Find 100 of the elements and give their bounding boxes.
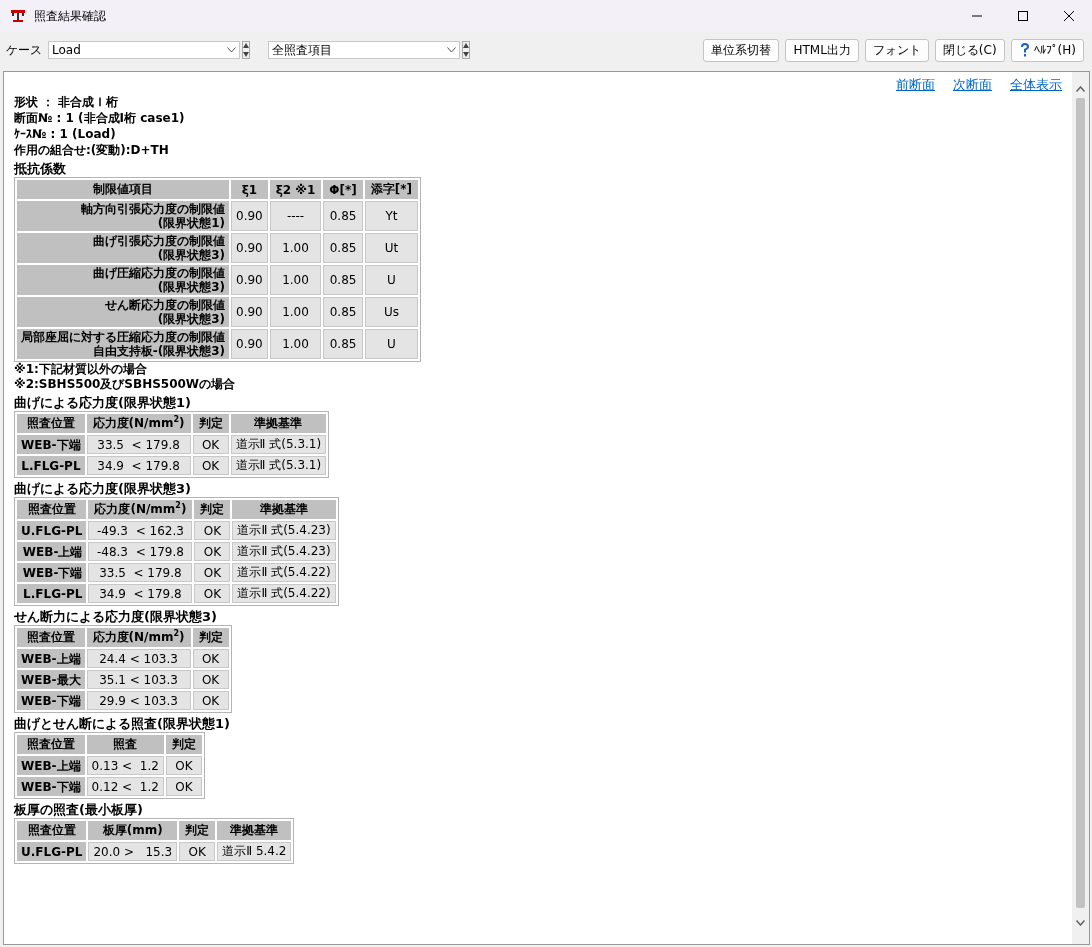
table-cell: OK <box>192 670 229 689</box>
table-cell: 33.5 < 179.8 <box>88 563 193 582</box>
help-icon <box>1018 42 1031 58</box>
table-cell: 道示Ⅱ 式(5.3.1) <box>230 456 327 475</box>
row-header-text: 曲げ圧縮応力度の制限値 <box>92 266 225 280</box>
table-cell: 20.0 > 15.3 <box>88 842 178 861</box>
table-cell: 道示Ⅱ 式(5.4.22) <box>232 563 336 582</box>
column-header: 板厚(mm) <box>88 821 178 840</box>
table-cell: 34.9 < 179.8 <box>86 456 191 475</box>
table-cell: OK <box>194 584 231 603</box>
table-cell: 0.85 <box>323 233 363 263</box>
row-header-text: (限界状態3) <box>156 312 225 326</box>
table-cell: U <box>364 265 419 295</box>
column-header: 準拠基準 <box>217 821 292 840</box>
row-header: WEB-下端 <box>17 777 85 796</box>
column-header: 照査 <box>86 735 164 754</box>
column-header: 応力度(N/mm$^{2}$) <box>88 500 193 519</box>
scrollbar-thumb[interactable] <box>1076 98 1085 908</box>
column-header: 添字[*] <box>364 180 419 199</box>
check-item-dropdown[interactable]: 全照査項目 <box>268 41 460 59</box>
table-cell: 0.12 < 1.2 <box>86 777 164 796</box>
table-cell: 1.00 <box>269 265 322 295</box>
table-cell: ---- <box>269 201 322 231</box>
column-header: 照査位置 <box>17 821 87 840</box>
column-header: 応力度(N/mm$^{2}$) <box>86 628 191 647</box>
table-cell: 35.1 < 103.3 <box>86 670 191 689</box>
note-text: ※1:下記材質以外の場合 <box>14 362 148 377</box>
table-cell: 0.90 <box>231 265 268 295</box>
row-header-text: (限界状態3) <box>156 280 225 294</box>
table-cell: -49.3 < 162.3 <box>88 521 193 540</box>
table-cell: Yt <box>364 201 419 231</box>
case-dropdown[interactable]: Load <box>48 41 240 59</box>
table-cell: 0.85 <box>323 329 363 359</box>
section-title: 板厚の照査(最小板厚) <box>14 801 144 818</box>
table-cell: U <box>364 329 419 359</box>
table-cell: Us <box>364 297 419 327</box>
case-label: ケース <box>6 41 42 59</box>
table-cell: Ut <box>364 233 419 263</box>
column-header: 制限値項目 <box>17 180 229 199</box>
column-header: 判定 <box>165 735 202 754</box>
note-text: ※2:SBHS500及びSBHS500Wの場合 <box>14 377 237 392</box>
row-header-text: 自由支持板-(限界状態3) <box>91 344 225 358</box>
row-header-text: 軸方向引張応力度の制限値 <box>80 202 225 216</box>
section-title: 抵抗係数 <box>14 160 67 177</box>
toolbar-button[interactable]: 単位系切替 <box>703 38 780 62</box>
column-header: 判定 <box>192 414 229 433</box>
table-cell: 道示Ⅱ 式(5.4.22) <box>232 584 336 603</box>
table-cell: OK <box>165 777 202 796</box>
toolbar-button[interactable]: ﾍﾙﾌﾟ(H) <box>1010 38 1084 62</box>
chevron-down-icon <box>447 47 456 53</box>
row-header-text: 局部座屈に対する圧縮応力度の制限値 <box>21 330 225 344</box>
table-cell: 0.85 <box>323 201 363 231</box>
table-cell: 0.90 <box>231 233 268 263</box>
table-cell: 0.90 <box>231 329 268 359</box>
column-header: 照査位置 <box>17 500 87 519</box>
table-cell: 0.90 <box>231 201 268 231</box>
scroll-down-icon[interactable] <box>1076 920 1085 926</box>
row-header-text: 曲げ引張応力度の制限値 <box>92 234 225 248</box>
column-header: ξ1 <box>231 180 268 199</box>
table-cell: 0.90 <box>231 297 268 327</box>
spin-arrows-icon[interactable] <box>462 41 470 59</box>
column-header: 照査位置 <box>17 628 85 647</box>
table-cell: 1.00 <box>269 297 322 327</box>
spin-arrows-icon[interactable] <box>242 41 250 59</box>
column-header: 判定 <box>192 628 229 647</box>
column-header: 準拠基準 <box>230 414 327 433</box>
toolbar-button[interactable]: HTML出力 <box>785 38 859 62</box>
column-header: 照査位置 <box>17 735 85 754</box>
table-cell: 0.85 <box>323 265 363 295</box>
table-cell: 1.00 <box>269 329 322 359</box>
row-header: WEB-下端 <box>17 563 87 582</box>
toolbar-button[interactable]: 閉じる(C) <box>934 38 1005 62</box>
table-cell: 29.9 < 103.3 <box>86 691 191 710</box>
nav-link[interactable]: 前断面 <box>896 76 935 94</box>
row-header: WEB-上端 <box>17 649 85 668</box>
nav-link[interactable]: 次断面 <box>953 76 992 94</box>
table-cell: OK <box>192 435 229 454</box>
row-header: U.FLG-PL <box>17 842 87 861</box>
table-cell: OK <box>192 456 229 475</box>
table-cell: OK <box>194 563 231 582</box>
section-title: 曲げとせん断による照査(限界状態1) <box>14 715 231 732</box>
info-line: 形状 ： 非合成Ｉ桁 <box>14 95 120 110</box>
table-cell: 道示Ⅱ 式(5.3.1) <box>230 435 327 454</box>
nav-link[interactable]: 全体表示 <box>1010 76 1062 94</box>
table-cell: OK <box>192 691 229 710</box>
table-cell: -48.3 < 179.8 <box>88 542 193 561</box>
maximize-icon[interactable] <box>1018 11 1028 21</box>
column-header: 照査位置 <box>17 414 85 433</box>
scroll-up-icon[interactable] <box>1076 86 1085 92</box>
table-cell: 33.5 < 179.8 <box>86 435 191 454</box>
table-cell: OK <box>194 542 231 561</box>
column-header: 判定 <box>194 500 231 519</box>
table-cell: 1.00 <box>269 233 322 263</box>
column-header: 判定 <box>179 821 216 840</box>
close-icon[interactable] <box>1064 11 1074 21</box>
row-header: WEB-下端 <box>17 435 85 454</box>
section-title: 曲げによる応力度(限界状態3) <box>14 480 192 497</box>
table-cell: 24.4 < 103.3 <box>86 649 191 668</box>
column-header: ξ2 ※1 <box>269 180 322 199</box>
toolbar-button[interactable]: フォント <box>864 38 929 62</box>
